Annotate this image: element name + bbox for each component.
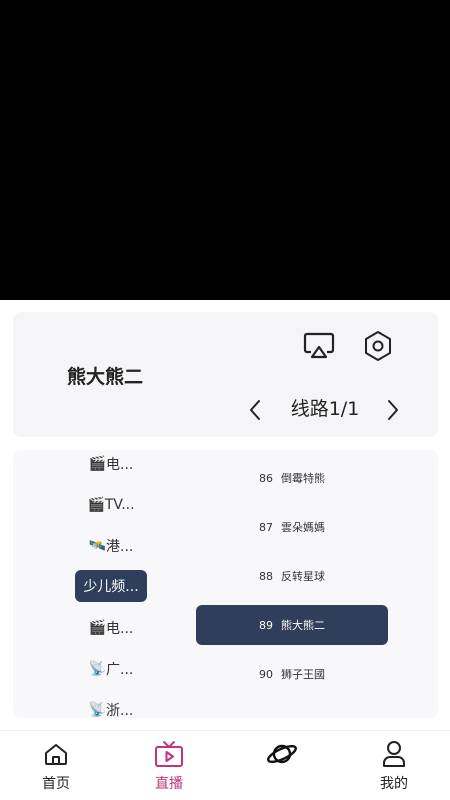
planet-icon	[267, 744, 297, 764]
channel-name: 反转星球	[281, 570, 325, 583]
bottom-nav: 首页 直播 我的	[0, 730, 450, 800]
channel-item-active[interactable]: 89 熊大熊二	[196, 605, 388, 645]
category-item[interactable]: 📡 浙...	[75, 694, 147, 718]
channel-list-card: 🎬 电... 🎬 TV... 🛰️ 港... 少儿频... 🎬 电... 📡 广... 📡…	[13, 450, 438, 718]
channel-name: 倒霉特熊	[281, 472, 325, 485]
nav-mine[interactable]: 我的	[354, 739, 434, 799]
nav-live-label: 直播	[155, 776, 183, 792]
category-item-active[interactable]: 少儿频...	[75, 570, 147, 602]
channel-name: 熊大熊二	[281, 619, 325, 632]
video-player[interactable]	[0, 0, 450, 300]
channel-number: 90	[259, 667, 273, 681]
category-item[interactable]: 🎬 电...	[75, 612, 147, 644]
tv-icon	[155, 741, 183, 767]
channel-item[interactable]: 86 倒霉特熊	[196, 458, 388, 498]
category-label: 少儿频...	[83, 579, 139, 595]
hexagon-settings-icon	[365, 331, 391, 361]
cast-button[interactable]	[299, 326, 339, 366]
category-label: TV...	[104, 497, 135, 513]
channel-number: 88	[259, 569, 273, 583]
category-list[interactable]: 🎬 电... 🎬 TV... 🛰️ 港... 少儿频... 🎬 电... 📡 广... 📡…	[13, 450, 193, 718]
prev-route-button[interactable]	[235, 390, 275, 430]
category-label: 电...	[106, 621, 134, 637]
category-item[interactable]: 🛰️ 港...	[75, 530, 147, 562]
channel-item[interactable]: 90 狮子王國	[196, 654, 388, 694]
nav-mine-label: 我的	[380, 776, 408, 792]
channel-number: 87	[259, 520, 273, 534]
category-item[interactable]: 📡 广...	[75, 653, 147, 685]
nav-home-label: 首页	[42, 776, 70, 792]
nav-home[interactable]: 首页	[16, 739, 96, 799]
channel-item[interactable]: 88 反转星球	[196, 556, 388, 596]
satellite-icon: 🛰️	[88, 538, 107, 554]
airplay-icon	[303, 332, 335, 359]
channel-title: 熊大熊二	[67, 366, 144, 388]
clapper-icon: 🎬	[87, 497, 105, 513]
home-icon	[45, 744, 67, 765]
nav-live[interactable]: 直播	[129, 739, 209, 799]
satellite-dish-icon: 📡	[88, 702, 107, 718]
category-label: 电...	[106, 457, 134, 473]
chevron-right-icon	[388, 400, 398, 420]
route-label: 线路1/1	[290, 398, 360, 420]
channel-list[interactable]: 86 倒霉特熊 87 雲朵媽媽 88 反转星球 89 熊大熊二 90 狮子王國	[196, 450, 388, 718]
settings-button[interactable]	[358, 326, 398, 366]
channel-number: 86	[259, 471, 273, 485]
category-label: 浙...	[106, 703, 134, 718]
category-label: 广...	[106, 662, 134, 678]
chevron-left-icon	[250, 400, 260, 420]
channel-name: 狮子王國	[281, 668, 325, 681]
satellite-dish-icon: 📡	[88, 661, 107, 677]
channel-item[interactable]: 87 雲朵媽媽	[196, 507, 388, 547]
clapper-icon: 🎬	[88, 456, 107, 472]
channel-info-card: 熊大熊二 线路1/1	[13, 312, 438, 437]
category-label: 港...	[106, 539, 134, 555]
category-item[interactable]: 🎬 TV...	[75, 489, 147, 521]
clapper-icon: 🎬	[88, 620, 107, 636]
category-item[interactable]: 🎬 电...	[75, 450, 147, 480]
user-icon	[383, 741, 405, 767]
next-route-button[interactable]	[373, 390, 413, 430]
channel-name: 雲朵媽媽	[281, 521, 325, 534]
channel-number: 89	[259, 618, 273, 632]
nav-discover[interactable]	[242, 739, 322, 799]
